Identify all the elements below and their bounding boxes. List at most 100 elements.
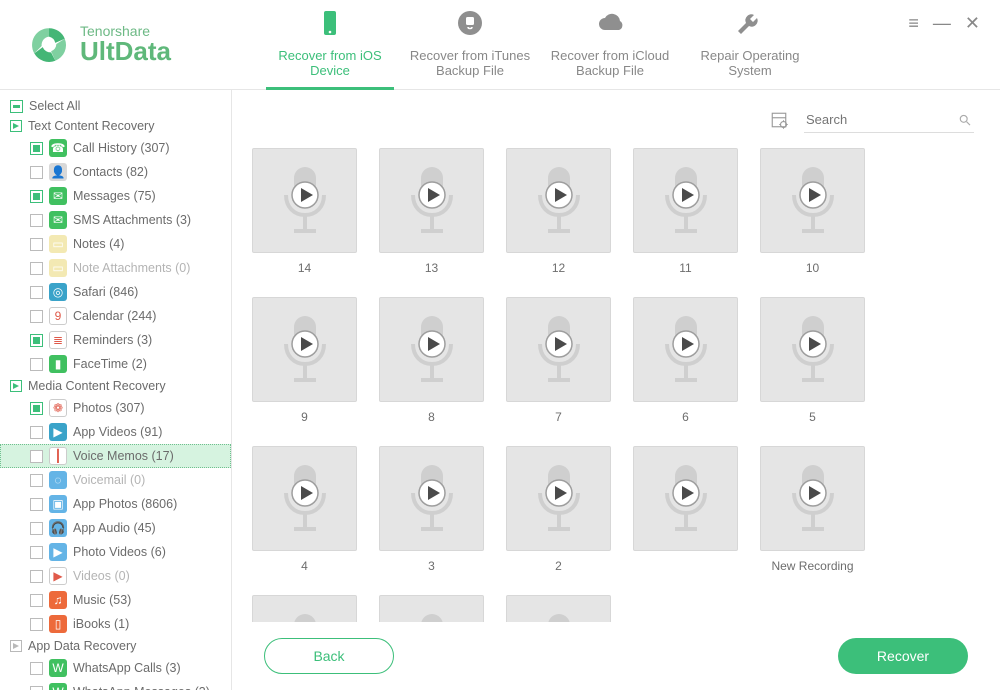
thumbnail[interactable] <box>633 148 738 253</box>
sidebar-item[interactable]: ✉Messages (75) <box>0 184 231 208</box>
group-2[interactable]: App Data Recovery <box>0 636 231 656</box>
checkbox[interactable] <box>30 310 43 323</box>
checkbox[interactable] <box>30 546 43 559</box>
thumbnail[interactable] <box>506 595 611 622</box>
search-box[interactable] <box>804 108 974 133</box>
checkbox[interactable] <box>30 570 43 583</box>
gallery-item[interactable]: 8 <box>379 297 484 424</box>
gallery-item[interactable]: New Recording 2 <box>252 595 357 622</box>
select-all[interactable]: Select All <box>0 96 231 116</box>
gallery-item[interactable]: 12 <box>506 148 611 275</box>
expand-icon[interactable] <box>10 380 22 392</box>
thumbnail[interactable] <box>379 297 484 402</box>
menu-icon[interactable]: ≡ <box>908 14 919 32</box>
minimize-icon[interactable]: — <box>933 14 951 32</box>
group-1[interactable]: Media Content Recovery <box>0 376 231 396</box>
checkbox[interactable] <box>30 594 43 607</box>
sidebar-item[interactable]: ┃Voice Memos (17) <box>0 444 231 468</box>
group-0[interactable]: Text Content Recovery <box>0 116 231 136</box>
tab-wrench[interactable]: Repair OperatingSystem <box>680 8 820 89</box>
sidebar-item[interactable]: WWhatsApp Messages (3) <box>0 680 231 690</box>
gallery-item[interactable]: 6 <box>633 297 738 424</box>
checkbox[interactable] <box>30 474 43 487</box>
sidebar-item[interactable]: ▶Photo Videos (6) <box>0 540 231 564</box>
checkbox[interactable] <box>30 662 43 675</box>
thumbnail[interactable] <box>379 446 484 551</box>
gallery-item[interactable]: 7 <box>506 297 611 424</box>
sidebar-item[interactable]: 9Calendar (244) <box>0 304 231 328</box>
sidebar-item[interactable]: ❁Photos (307) <box>0 396 231 420</box>
gallery-item[interactable]: New Recording1 <box>379 595 484 622</box>
gallery-item[interactable]: 5 <box>760 297 865 424</box>
thumbnail[interactable] <box>252 297 357 402</box>
recover-button[interactable]: Recover <box>838 638 968 674</box>
sidebar-item[interactable]: ◎Safari (846) <box>0 280 231 304</box>
sidebar-item[interactable]: ≣Reminders (3) <box>0 328 231 352</box>
sidebar-item[interactable]: WWhatsApp Calls (3) <box>0 656 231 680</box>
checkbox[interactable] <box>30 142 43 155</box>
thumbnail[interactable] <box>760 446 865 551</box>
tab-record[interactable]: Recover from iTunesBackup File <box>400 8 540 89</box>
checkbox[interactable] <box>30 262 43 275</box>
sidebar-item[interactable]: ▮FaceTime (2) <box>0 352 231 376</box>
checkbox[interactable] <box>30 358 43 371</box>
gallery-item[interactable]: 3 <box>379 446 484 573</box>
checkbox[interactable] <box>30 402 43 415</box>
thumbnail[interactable] <box>379 595 484 622</box>
checkbox[interactable] <box>30 426 43 439</box>
sidebar-item[interactable]: 🎧App Audio (45) <box>0 516 231 540</box>
sidebar-item[interactable]: ▭Notes (4) <box>0 232 231 256</box>
thumbnail[interactable] <box>252 446 357 551</box>
expand-icon[interactable] <box>10 640 22 652</box>
sidebar-item[interactable]: ☎Call History (307) <box>0 136 231 160</box>
sidebar-item[interactable]: ▭Note Attachments (0) <box>0 256 231 280</box>
sidebar-item[interactable]: 👤Contacts (82) <box>0 160 231 184</box>
checkbox[interactable] <box>30 686 43 690</box>
gallery-item[interactable]: 9 <box>252 297 357 424</box>
view-settings-icon[interactable] <box>770 111 788 129</box>
gallery-item[interactable]: 14 <box>252 148 357 275</box>
sidebar-item[interactable]: ▯iBooks (1) <box>0 612 231 636</box>
sidebar-item[interactable]: ♫Music (53) <box>0 588 231 612</box>
thumbnail[interactable] <box>252 148 357 253</box>
gallery-item[interactable] <box>506 595 611 622</box>
expand-icon[interactable] <box>10 120 22 132</box>
sidebar-item[interactable]: ✉SMS Attachments (3) <box>0 208 231 232</box>
gallery-item[interactable]: 13 <box>379 148 484 275</box>
thumbnail[interactable] <box>252 595 357 622</box>
sidebar-item[interactable]: ▶Videos (0) <box>0 564 231 588</box>
search-input[interactable] <box>806 112 948 127</box>
thumbnail[interactable] <box>760 148 865 253</box>
thumbnail[interactable] <box>506 446 611 551</box>
thumbnail[interactable] <box>633 297 738 402</box>
checkbox[interactable] <box>30 522 43 535</box>
checkbox[interactable] <box>30 238 43 251</box>
gallery-item[interactable]: 2 <box>506 446 611 573</box>
thumbnail[interactable] <box>506 148 611 253</box>
sidebar[interactable]: Select AllText Content Recovery☎Call His… <box>0 90 232 690</box>
sidebar-item[interactable]: ◌Voicemail (0) <box>0 468 231 492</box>
checkbox[interactable] <box>30 618 43 631</box>
back-button[interactable]: Back <box>264 638 394 674</box>
tab-cloud[interactable]: Recover from iCloudBackup File <box>540 8 680 89</box>
gallery-item[interactable]: 10 <box>760 148 865 275</box>
thumbnail[interactable] <box>760 297 865 402</box>
thumbnail[interactable] <box>506 297 611 402</box>
gallery-item[interactable]: New Recording <box>760 446 865 573</box>
checkbox[interactable] <box>30 214 43 227</box>
sidebar-item[interactable]: ▶App Videos (91) <box>0 420 231 444</box>
gallery-item[interactable]: 11 <box>633 148 738 275</box>
checkbox[interactable] <box>30 498 43 511</box>
checkbox[interactable] <box>30 450 43 463</box>
checkbox[interactable] <box>10 100 23 113</box>
checkbox[interactable] <box>30 190 43 203</box>
sidebar-item[interactable]: ▣App Photos (8606) <box>0 492 231 516</box>
close-icon[interactable]: ✕ <box>965 14 980 32</box>
gallery-item[interactable]: 4 <box>252 446 357 573</box>
thumbnail[interactable] <box>633 446 738 551</box>
checkbox[interactable] <box>30 334 43 347</box>
tab-phone[interactable]: Recover from iOSDevice <box>260 8 400 89</box>
checkbox[interactable] <box>30 166 43 179</box>
checkbox[interactable] <box>30 286 43 299</box>
gallery-item[interactable] <box>633 446 738 573</box>
